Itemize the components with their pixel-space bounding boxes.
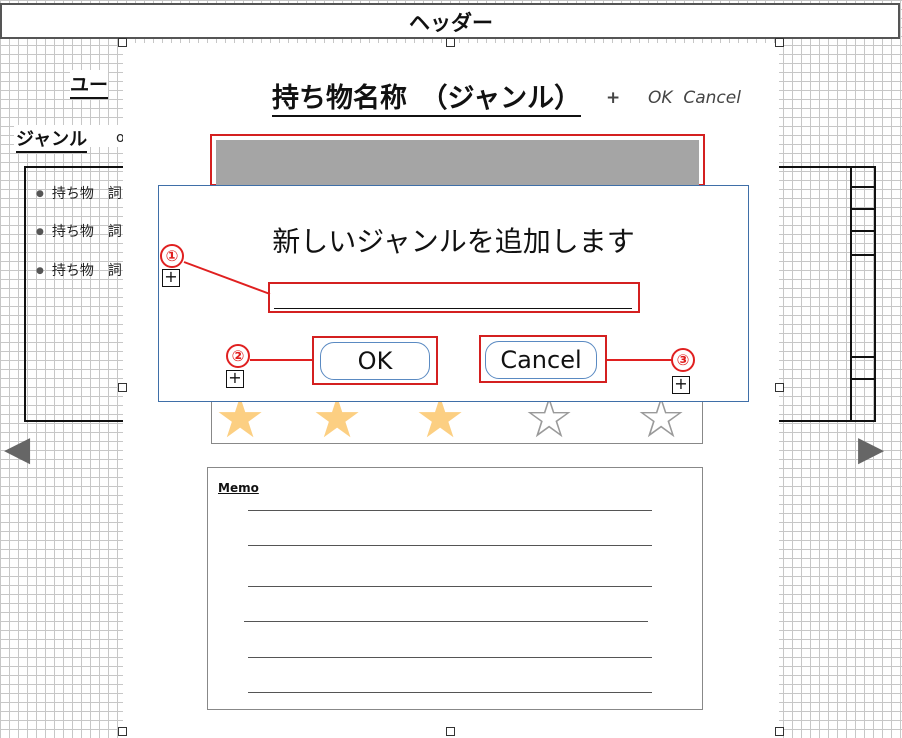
rating-stars[interactable]: ★ ★ ★ ☆ ☆ [211,396,703,444]
header-title: ヘッダー [409,11,493,35]
cancel-button-highlight: Cancel [479,335,607,383]
resize-handle[interactable] [118,383,127,392]
memo-box[interactable] [207,467,703,710]
arrow-left-icon[interactable]: ◀ [4,432,30,466]
annotation-marker-1: ① [160,244,184,268]
cancel-button[interactable]: Cancel [485,341,597,379]
genre-input-highlight [268,282,640,313]
list-item[interactable]: 持ち物 詞 [36,183,122,203]
star-filled-icon[interactable]: ★ [312,397,362,443]
resize-handle[interactable] [775,383,784,392]
resize-handle[interactable] [775,38,784,47]
ok-button[interactable]: OK [320,342,430,380]
star-empty-icon[interactable]: ☆ [524,397,574,443]
user-label: ユー [70,70,109,99]
resize-handle[interactable] [775,727,784,736]
ok-button-highlight: OK [312,336,438,385]
resize-handle[interactable] [446,727,455,736]
add-genre-plus-icon[interactable]: + [606,88,620,108]
star-filled-icon[interactable]: ★ [215,397,265,443]
resize-handle[interactable] [446,38,455,47]
resize-handle[interactable] [118,727,127,736]
annotation-marker-2: ② [226,344,250,368]
star-filled-icon[interactable]: ★ [415,397,465,443]
dialog-title: 新しいジャンルを追加します [272,225,635,258]
plus-box-icon: + [672,376,690,394]
arrow-right-icon[interactable]: ▶ [858,432,884,466]
genre-label: ジャンル [16,125,88,153]
item-title: 持ち物名称 （ジャンル） [272,76,582,117]
star-empty-icon[interactable]: ☆ [636,397,686,443]
list-item[interactable]: 持ち物 詞 [36,221,122,241]
card-actions[interactable]: OK Cancel [648,88,741,108]
plus-box-icon: + [162,269,180,287]
plus-box-icon: + [226,370,244,388]
list-scrollbar[interactable] [850,166,876,422]
annotation-marker-3: ③ [671,348,695,372]
genre-name-input[interactable] [274,286,632,309]
memo-label: Memo [218,481,259,495]
list-item[interactable]: 持ち物 詞 [36,260,122,280]
item-image-placeholder [216,140,699,186]
resize-handle[interactable] [118,38,127,47]
